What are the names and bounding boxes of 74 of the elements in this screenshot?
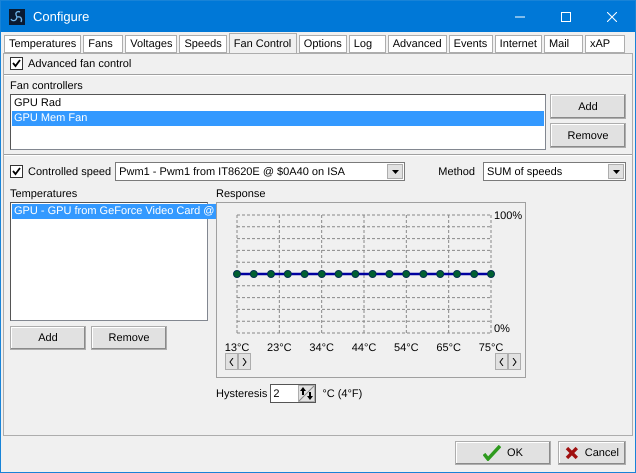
scroll-right-button[interactable] — [508, 353, 521, 370]
response-point[interactable] — [334, 270, 343, 278]
list-item[interactable]: GPU Rad — [12, 96, 544, 111]
scroll-right-button[interactable] — [238, 353, 251, 370]
scroll-left-button[interactable] — [495, 353, 508, 370]
response-point[interactable] — [385, 270, 394, 278]
spinner-icon — [298, 385, 316, 402]
response-point[interactable] — [436, 270, 444, 278]
speed-dropdown[interactable]: Pwm1 - Pwm1 from IT8620E @ $0A40 on ISA — [115, 162, 406, 181]
hysteresis-label: Hysteresis — [216, 388, 268, 400]
maximize-icon — [561, 12, 571, 22]
section-label: Fan controllers — [10, 80, 84, 92]
tab[interactable]: Temperatures — [4, 35, 82, 53]
tab[interactable]: Advanced — [388, 35, 447, 53]
remove-button[interactable]: Remove — [550, 123, 626, 148]
hysteresis-unit: °C (4°F) — [322, 388, 362, 400]
tab[interactable]: Voltages — [125, 35, 178, 53]
tab[interactable]: Internet — [494, 35, 542, 53]
close-icon — [607, 12, 617, 22]
tab[interactable]: Mail — [544, 35, 583, 53]
response-point[interactable] — [368, 270, 377, 278]
caret-icon — [392, 170, 399, 174]
remove-button[interactable]: Remove — [91, 326, 167, 350]
hysteresis-field[interactable]: 2 — [270, 384, 316, 403]
axis-label: 0% — [494, 323, 510, 335]
checkbox[interactable] — [10, 57, 23, 70]
response-point[interactable] — [250, 270, 258, 278]
tab[interactable]: Speeds — [179, 35, 227, 53]
response-point[interactable] — [267, 270, 275, 278]
scroll-left-button[interactable] — [225, 353, 238, 370]
response-point[interactable] — [470, 270, 478, 278]
chevron-left-icon — [229, 358, 234, 366]
tab[interactable]: Fan Control — [228, 33, 297, 53]
checkbox[interactable] — [10, 165, 23, 178]
method-dropdown[interactable]: SUM of speeds — [483, 162, 626, 181]
response-point[interactable] — [419, 270, 428, 278]
response-point[interactable] — [284, 270, 292, 278]
section-label: Response — [216, 188, 267, 200]
axis-label: 13°C — [224, 342, 250, 353]
tab[interactable]: Fans — [83, 35, 124, 53]
section-label: Temperatures — [10, 188, 78, 200]
window-title: Configure — [33, 9, 90, 24]
response-point[interactable] — [233, 270, 241, 278]
tab[interactable]: Options — [298, 35, 347, 53]
chevron-left-icon — [499, 358, 504, 366]
add-button[interactable]: Add — [550, 94, 626, 119]
checkbox-label: Advanced fan control — [28, 58, 132, 70]
axis-label: 100% — [494, 210, 522, 222]
response-point[interactable] — [318, 270, 326, 278]
tab[interactable]: Events — [448, 35, 493, 53]
tab[interactable]: xAP — [584, 35, 625, 53]
response-point[interactable] — [300, 270, 309, 278]
fan-icon — [9, 8, 25, 24]
response-point[interactable] — [351, 270, 360, 278]
add-button[interactable]: Add — [10, 326, 86, 350]
axis-label: 44°C — [352, 342, 376, 353]
ok-button[interactable]: OK — [455, 440, 551, 464]
checkmark-icon — [483, 444, 502, 460]
response-point[interactable] — [453, 270, 461, 278]
checkbox-label: Controlled speed — [28, 166, 112, 178]
axis-label: 65°C — [436, 342, 461, 353]
response-point[interactable] — [487, 270, 495, 278]
method-label: Method — [438, 166, 475, 178]
caret-icon — [612, 170, 620, 174]
axis-label: 34°C — [309, 342, 334, 353]
axis-label: 75°C — [478, 342, 504, 353]
tab[interactable]: Log — [348, 35, 386, 53]
response-point[interactable] — [402, 270, 410, 278]
axis-label: 23°C — [267, 342, 292, 353]
cross-icon — [565, 446, 579, 460]
chevron-right-icon — [512, 358, 517, 366]
axis-label: 54°C — [394, 342, 419, 353]
cancel-button[interactable]: Cancel — [558, 440, 626, 464]
chevron-right-icon — [242, 358, 247, 366]
